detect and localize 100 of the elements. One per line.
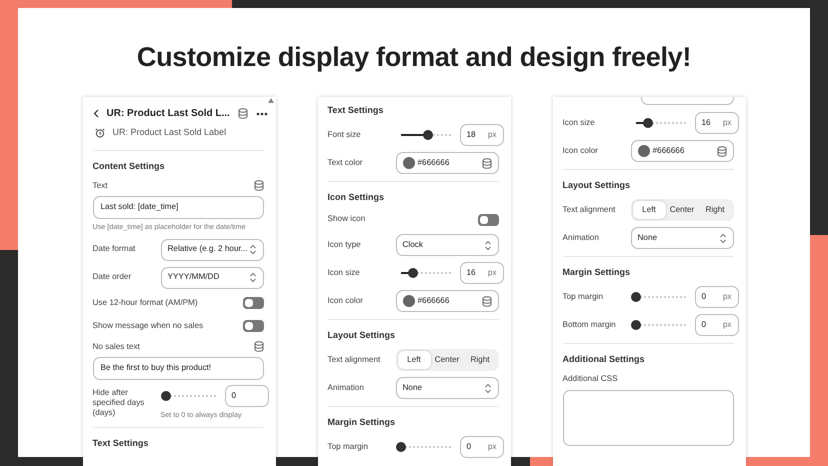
- unit-label: px: [722, 116, 732, 129]
- field-label: Animation: [562, 232, 600, 244]
- color-value: #666666: [652, 144, 686, 157]
- number-value: 0: [702, 290, 706, 303]
- slider-thumb[interactable]: [423, 130, 433, 140]
- toggle-switch[interactable]: [478, 214, 498, 226]
- section-title: Margin Settings: [562, 266, 632, 279]
- select-field[interactable]: Relative (e.g. 2 hour...: [160, 238, 264, 261]
- text-input-field[interactable]: Be the first to buy this product!: [92, 356, 264, 380]
- text-input-field[interactable]: Last sold: [date_time]: [92, 196, 264, 219]
- section-title: Content Settings: [92, 160, 166, 173]
- field-label: Icon color: [328, 296, 364, 306]
- color-field[interactable]: #666666: [630, 140, 734, 162]
- field-label: Date order: [92, 272, 132, 283]
- slider-thumb[interactable]: [630, 320, 640, 330]
- slider-thumb[interactable]: [630, 292, 640, 302]
- up-down-chevron-icon: [718, 232, 726, 244]
- select-value: YYYY/MM/DD: [168, 271, 220, 284]
- number-value: 0: [702, 318, 706, 331]
- section-title: Layout Settings: [562, 179, 632, 192]
- field-label: Hide after specified days (days): [92, 388, 146, 418]
- unit-label: px: [488, 266, 496, 279]
- field-label: Bottom margin: [562, 320, 617, 330]
- color-value: #666666: [418, 156, 450, 169]
- alignment-option[interactable]: Right: [464, 351, 496, 369]
- database-icon[interactable]: [254, 341, 264, 352]
- section-title: Text Settings: [328, 104, 384, 117]
- panel-title: UR: Product Last Sold L...: [106, 107, 230, 121]
- number-field[interactable]: 0: [224, 384, 268, 407]
- up-down-chevron-icon: [248, 272, 256, 284]
- section-title: Layout Settings: [328, 329, 396, 342]
- number-value: 16: [702, 116, 711, 129]
- alarm-clock-icon: [94, 128, 104, 138]
- color-field[interactable]: #666666: [396, 152, 498, 174]
- toggle-switch[interactable]: [242, 320, 264, 332]
- headline: Customize display format and design freely!: [136, 41, 692, 74]
- field-label: Top margin: [562, 292, 604, 302]
- alignment-option[interactable]: Left: [398, 351, 430, 369]
- up-down-chevron-icon: [484, 382, 492, 394]
- select-value: Relative (e.g. 2 hour...: [168, 243, 248, 256]
- toggle-switch[interactable]: [242, 297, 264, 310]
- field-label: Icon type: [328, 240, 362, 250]
- field-label: Icon color: [562, 146, 599, 156]
- field-label: Icon size: [328, 268, 361, 278]
- alignment-option[interactable]: Left: [632, 201, 666, 219]
- field-label: Icon size: [562, 118, 596, 128]
- slider-thumb[interactable]: [408, 268, 418, 278]
- unit-label: px: [488, 128, 496, 141]
- slider-thumb[interactable]: [396, 442, 406, 452]
- up-down-chevron-icon: [484, 240, 492, 250]
- select-value: Clock: [402, 238, 424, 251]
- scroll-up-icon[interactable]: [268, 98, 274, 103]
- up-down-chevron-icon: [248, 244, 256, 256]
- color-field[interactable]: #666666: [396, 290, 498, 312]
- number-field[interactable]: 0 px: [460, 436, 504, 458]
- database-icon[interactable]: [482, 296, 492, 306]
- number-field[interactable]: 0 px: [694, 286, 738, 308]
- section-title: Icon Settings: [328, 191, 386, 204]
- select-field[interactable]: YYYY/MM/DD: [160, 266, 264, 289]
- database-icon[interactable]: [254, 180, 264, 192]
- alignment-option[interactable]: Right: [698, 201, 732, 219]
- database-icon[interactable]: [482, 158, 492, 168]
- number-field[interactable]: 16 px: [460, 262, 504, 284]
- number-field[interactable]: 16 px: [694, 112, 738, 134]
- section-title: Additional Settings: [562, 353, 646, 366]
- back-icon[interactable]: [92, 109, 98, 118]
- select-field[interactable]: None: [630, 227, 734, 249]
- alignment-option[interactable]: Center: [430, 351, 464, 369]
- field-label: Font size: [328, 130, 362, 140]
- field-label: Animation: [328, 382, 365, 394]
- toggle-label: Show icon: [328, 213, 366, 226]
- number-value: 0: [466, 440, 472, 453]
- database-icon[interactable]: [716, 146, 726, 156]
- panel-subtitle: UR: Product Last Sold Label: [112, 126, 226, 139]
- field-label: Additional CSS: [562, 373, 619, 385]
- field-label: Text alignment: [562, 204, 616, 216]
- field-label: Text color: [328, 158, 364, 168]
- number-field[interactable]: 18 px: [460, 124, 504, 146]
- field-label: Text: [92, 180, 109, 192]
- toggle-label: Show message when no sales: [92, 320, 204, 332]
- alignment-option[interactable]: Center: [666, 201, 698, 219]
- more-icon[interactable]: [256, 112, 268, 116]
- number-field[interactable]: 0 px: [694, 314, 738, 336]
- section-title: Margin Settings: [328, 416, 396, 429]
- select-field[interactable]: Clock: [396, 234, 498, 256]
- select-value: None: [638, 232, 658, 244]
- field-label: Text alignment: [328, 354, 382, 366]
- slider-thumb[interactable]: [160, 390, 170, 401]
- slider-thumb[interactable]: [643, 118, 653, 128]
- section-title: Text Settings: [92, 436, 150, 450]
- field-label: Date format: [92, 244, 136, 255]
- toggle-label: Use 12-hour format (AM/PM): [92, 296, 199, 309]
- database-icon[interactable]: [238, 108, 248, 119]
- select-field[interactable]: None: [396, 377, 498, 399]
- field-label: Top margin: [328, 442, 370, 452]
- unit-label: px: [488, 440, 496, 453]
- color-value: #666666: [418, 294, 450, 307]
- number-value: 18: [466, 128, 476, 141]
- number-value: 16: [466, 266, 476, 279]
- field-label: No sales text: [92, 340, 141, 353]
